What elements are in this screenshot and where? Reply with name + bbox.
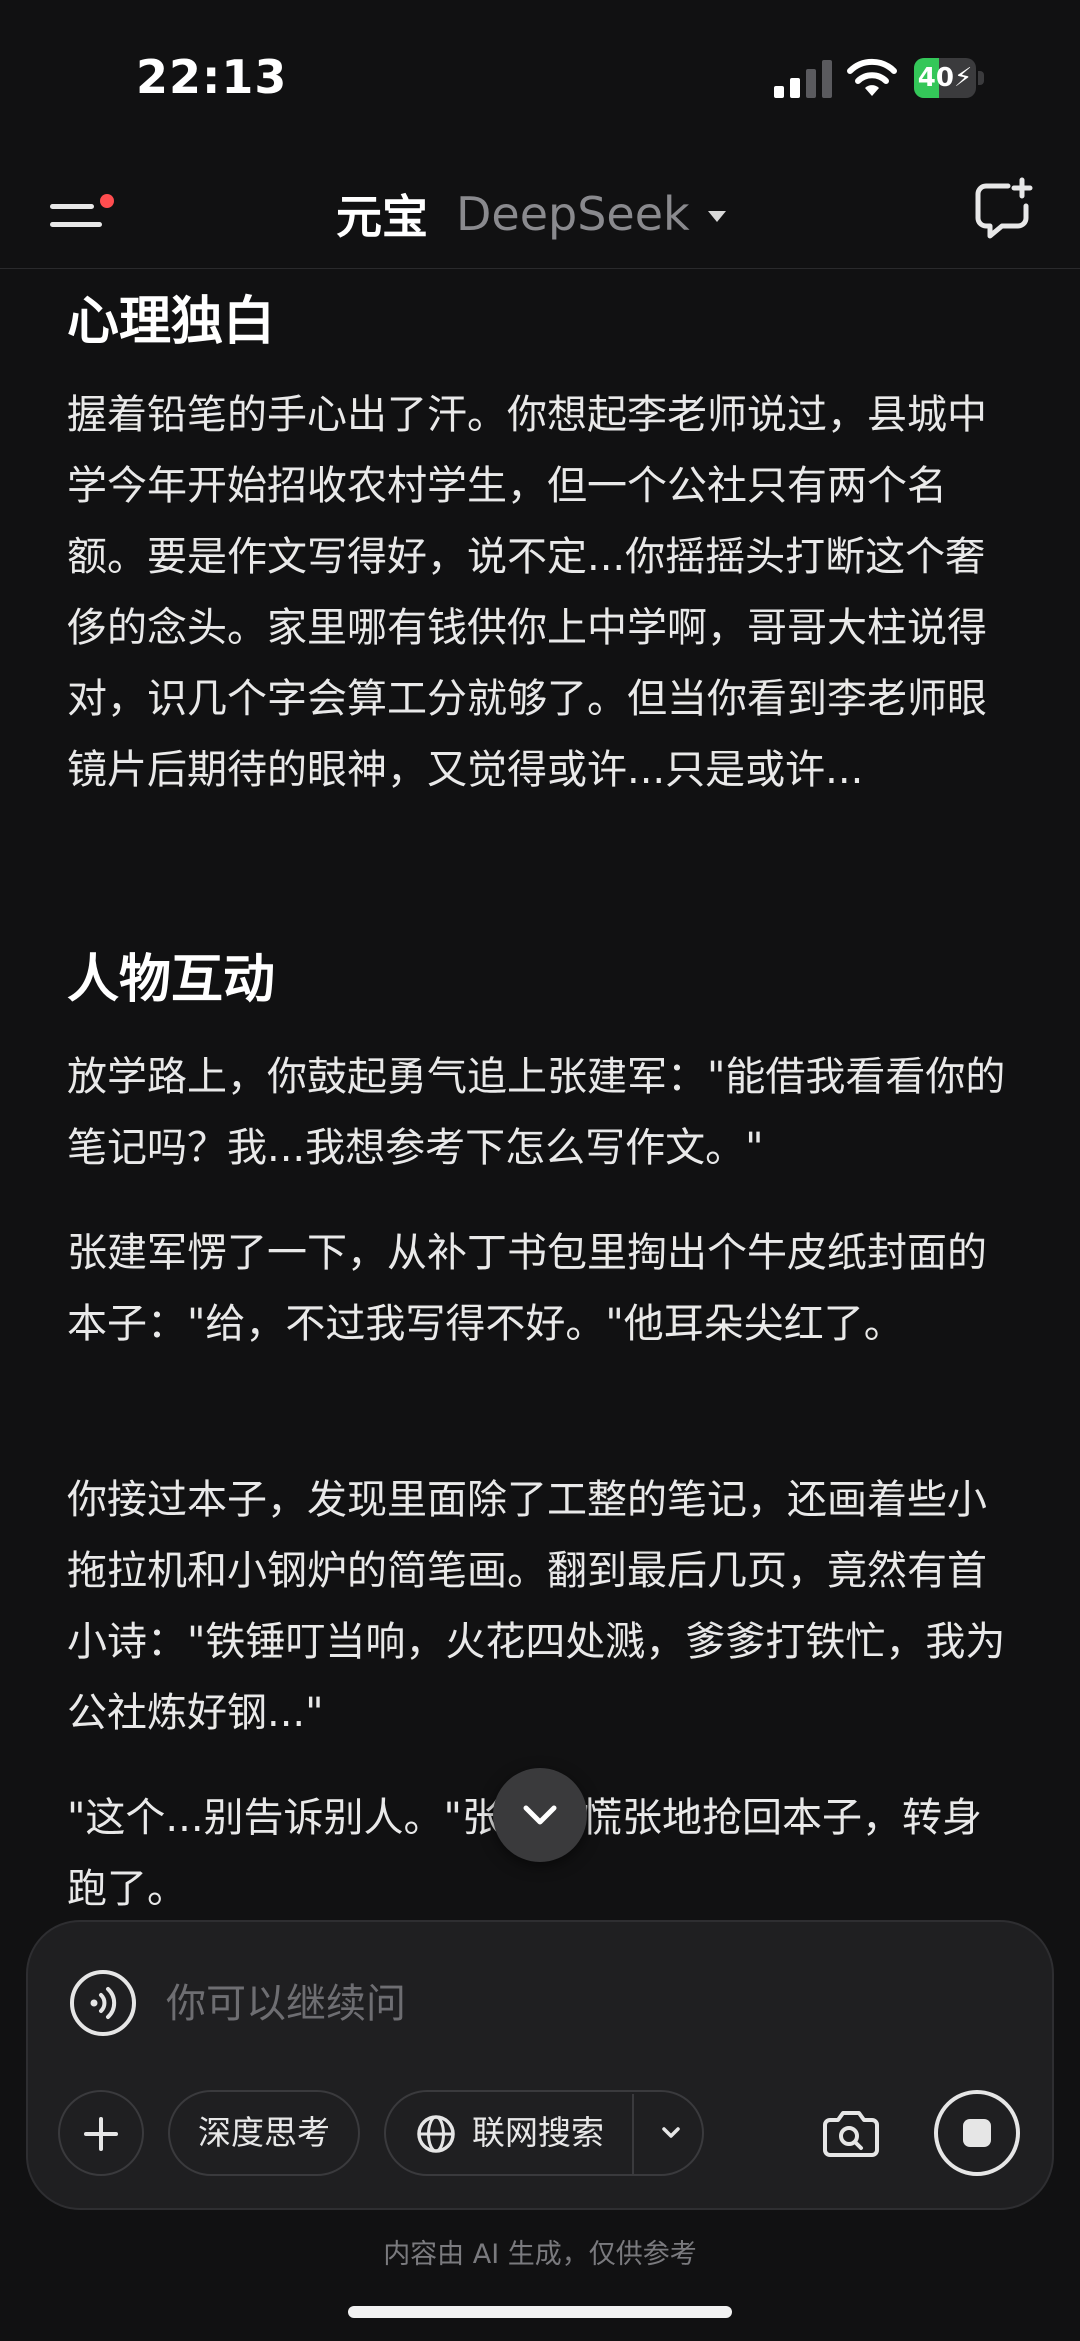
add-attachment-button[interactable] <box>58 2090 144 2176</box>
wifi-icon <box>847 58 897 96</box>
caret-down-icon <box>707 210 726 222</box>
section-heading: 人物互动 <box>67 950 276 1010</box>
paragraph: 你接过本子，发现里面除了工整的笔记，还画着些小拖拉机和小钢炉的简笔画。翻到最后几… <box>67 1477 1006 1736</box>
camera-search-icon[interactable] <box>818 2100 884 2166</box>
stop-generation-button[interactable] <box>934 2090 1020 2176</box>
web-search-label: 联网搜索 <box>472 2113 604 2152</box>
chevron-down-icon[interactable] <box>656 2118 686 2148</box>
new-chat-icon[interactable] <box>972 176 1036 240</box>
status-bar: 22:13 40⚡ <box>0 0 1080 160</box>
chevron-down-icon <box>523 1805 557 1825</box>
globe-icon <box>417 2115 455 2153</box>
battery-icon: 40⚡ <box>914 58 986 98</box>
input-panel: 深度思考 联网搜索 <box>26 1920 1054 2210</box>
deep-think-label: 深度思考 <box>198 2113 330 2152</box>
paragraph: 握着铅笔的手心出了汗。你想起李老师说过，县城中学今年开始招收农村学生，但一个公社… <box>67 392 987 793</box>
scroll-down-button[interactable] <box>493 1768 587 1862</box>
app-title: 元宝 <box>336 190 428 244</box>
menu-button[interactable] <box>46 186 116 246</box>
paragraph: 放学路上，你鼓起勇气追上张建军："能借我看看你的笔记吗？我...我想参考下怎么写… <box>67 1054 1006 1171</box>
status-time: 22:13 <box>136 50 288 104</box>
model-selector[interactable]: 元宝 DeepSeek <box>336 182 726 246</box>
home-indicator[interactable] <box>348 2306 732 2318</box>
stop-icon <box>963 2119 991 2147</box>
voice-input-icon[interactable] <box>68 1968 138 2038</box>
ai-disclaimer: 内容由 AI 生成，仅供参考 <box>383 2239 697 2270</box>
app-header: 元宝 DeepSeek <box>0 160 1080 269</box>
web-search-toggle[interactable]: 联网搜索 <box>384 2090 704 2176</box>
menu-icon <box>50 204 94 209</box>
battery-text: 40⚡ <box>917 63 973 93</box>
model-name: DeepSeek <box>456 187 690 241</box>
notification-dot <box>100 194 114 208</box>
deep-think-button[interactable]: 深度思考 <box>168 2090 360 2176</box>
section-heading: 心理独白 <box>67 292 276 352</box>
message-input[interactable] <box>164 1960 988 2048</box>
paragraph: 张建军愣了一下，从补丁书包里掏出个牛皮纸封面的本子："给，不过我写得不好。"他耳… <box>67 1230 987 1347</box>
cellular-signal-icon <box>774 60 832 98</box>
